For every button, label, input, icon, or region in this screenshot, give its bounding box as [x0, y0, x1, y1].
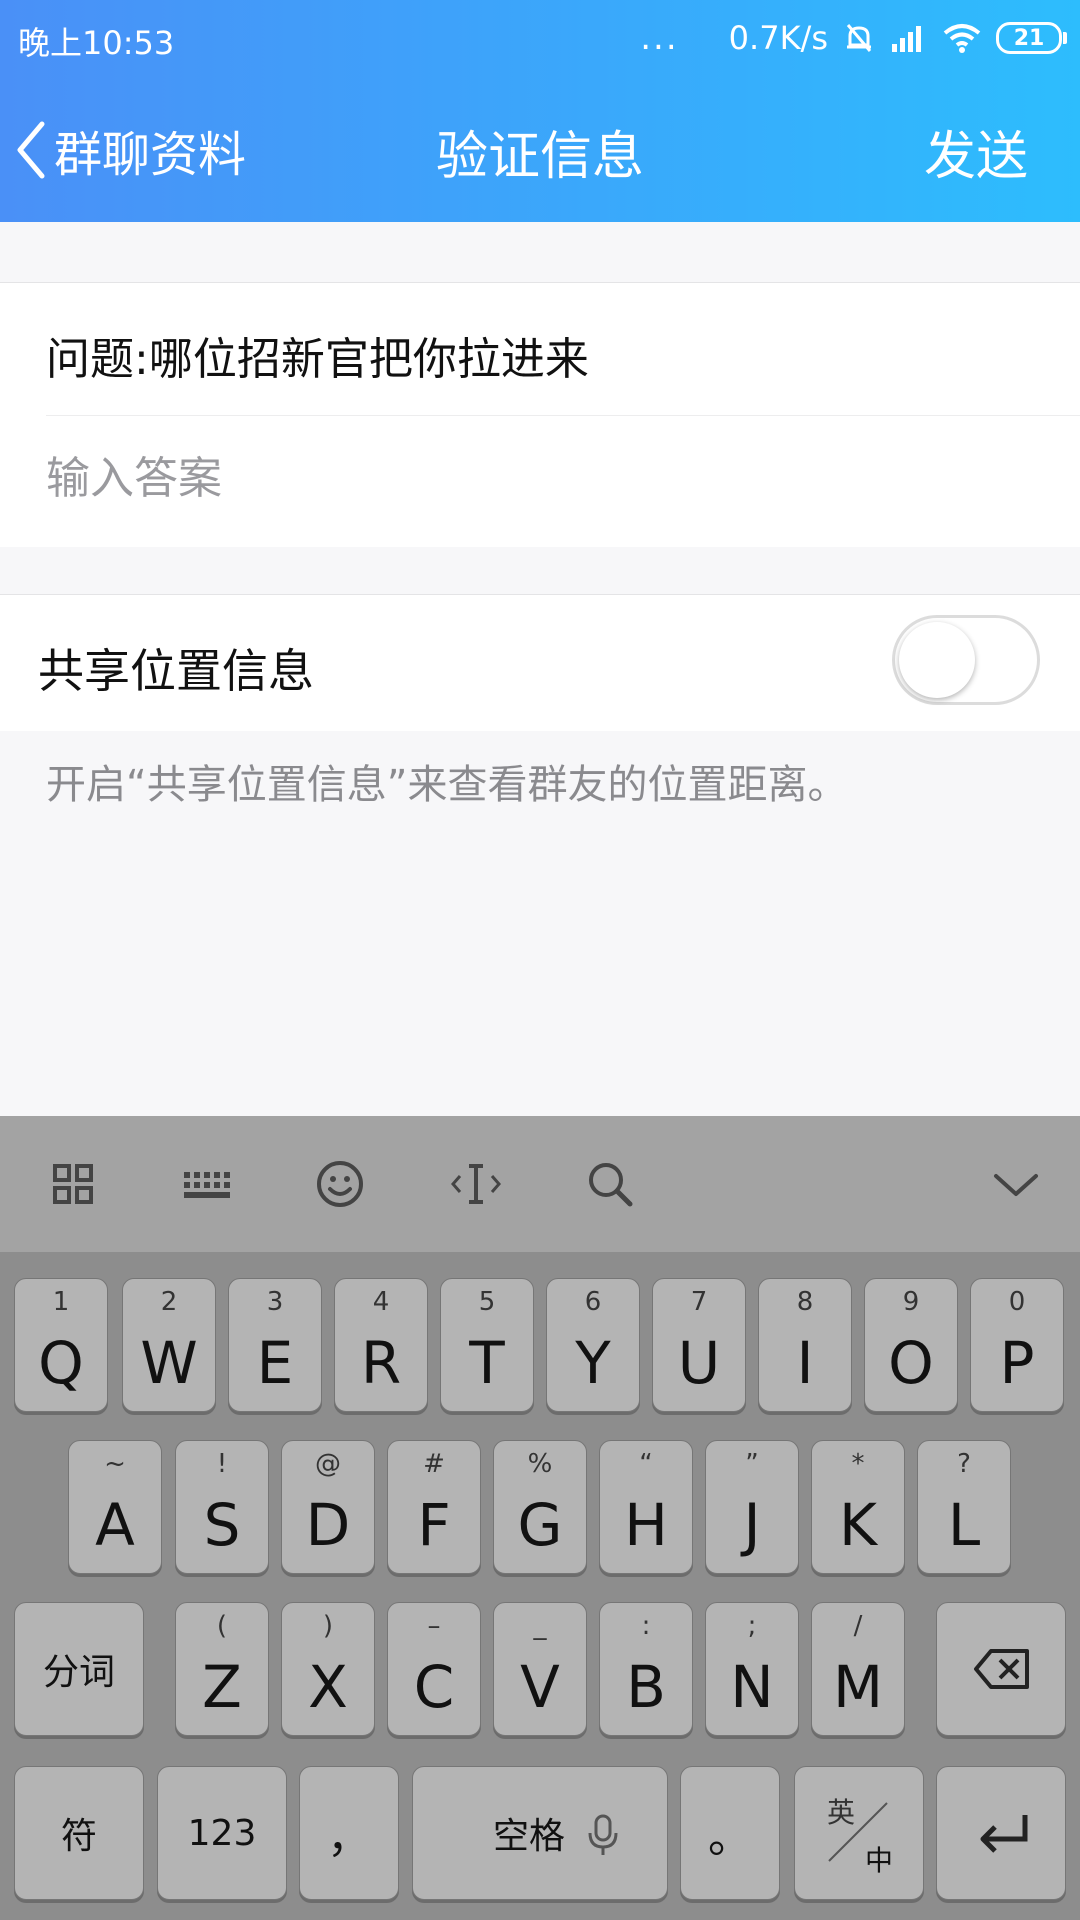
key-v[interactable]: _ V	[493, 1602, 587, 1736]
comma-key[interactable]: ，	[299, 1766, 399, 1900]
page-title: 验证信息	[435, 127, 644, 187]
network-speed: 0.7K/s	[728, 19, 828, 57]
divider	[46, 415, 1080, 416]
key-n[interactable]: ; N	[705, 1602, 799, 1736]
symbols-key[interactable]: 符	[14, 1766, 144, 1900]
key-w[interactable]: 2W	[122, 1278, 216, 1412]
backspace-icon	[974, 1649, 1029, 1689]
language-switch-key[interactable]: 英 中	[794, 1766, 924, 1900]
share-location-hint: 开启“共享位置信息”来查看群友的位置距离。	[46, 762, 848, 808]
key-j[interactable]: ” J	[705, 1440, 799, 1574]
share-location-row: 共享位置信息	[0, 594, 1080, 731]
keyboard-icon[interactable]	[178, 1156, 234, 1212]
share-location-label: 共享位置信息	[38, 644, 314, 698]
key-i[interactable]: 8I	[758, 1278, 852, 1412]
share-location-toggle[interactable]	[892, 615, 1040, 705]
status-time: 晚上10:53	[18, 24, 175, 62]
key-r[interactable]: 4R	[334, 1278, 428, 1412]
lang-bottom: 中	[865, 1844, 894, 1877]
app-header: 晚上10:53 ... 0.7K/s 21 群聊资料 验证信息 发送	[0, 0, 1080, 222]
key-b[interactable]: :B	[599, 1602, 693, 1736]
backspace-key[interactable]	[936, 1602, 1066, 1736]
battery-indicator: 21	[996, 22, 1067, 54]
key-a[interactable]: ~ A	[68, 1440, 162, 1574]
question-text: 问题:哪位招新官把你拉进来	[46, 334, 589, 385]
key-x[interactable]: ) X	[281, 1602, 375, 1736]
key-c[interactable]: – C	[387, 1602, 481, 1736]
key-h[interactable]: “H	[599, 1440, 693, 1574]
key-o[interactable]: 9O	[864, 1278, 958, 1412]
navbar: 群聊资料 验证信息 发送	[0, 76, 1080, 222]
key-t[interactable]: 5T	[440, 1278, 534, 1412]
status-bar: 晚上10:53 ... 0.7K/s 21	[0, 0, 1080, 76]
key-s[interactable]: ! S	[175, 1440, 269, 1574]
grid-icon[interactable]	[45, 1156, 101, 1212]
keyboard: 1Q 2W 3E 4R 5T 6Y 7U 8I 9O 0P ~ A ! S @ D #…	[0, 1252, 1080, 1920]
enter-icon	[980, 1815, 1028, 1853]
question-card: 问题:哪位招新官把你拉进来	[0, 282, 1080, 547]
period-key[interactable]: 。	[680, 1766, 780, 1900]
numbers-key[interactable]: 123	[157, 1766, 287, 1900]
collapse-icon[interactable]	[988, 1156, 1044, 1212]
emoji-icon[interactable]	[312, 1156, 368, 1212]
key-l[interactable]: ? L	[917, 1440, 1011, 1574]
space-key[interactable]: 空格	[412, 1766, 668, 1900]
mute-bell-icon	[846, 24, 872, 52]
signal-icon	[892, 26, 921, 52]
key-d[interactable]: @ D	[281, 1440, 375, 1574]
microphone-icon	[588, 1814, 618, 1855]
enter-key[interactable]	[936, 1766, 1066, 1900]
wifi-icon	[943, 24, 981, 53]
key-k[interactable]: * K	[811, 1440, 905, 1574]
answer-input[interactable]	[46, 433, 1026, 523]
cursor-icon[interactable]	[448, 1156, 504, 1212]
key-y[interactable]: 6Y	[546, 1278, 640, 1412]
key-q[interactable]: 1Q	[14, 1278, 108, 1412]
fenci-key[interactable]: 分词	[14, 1602, 144, 1736]
send-button[interactable]: 发送	[924, 114, 1028, 189]
key-m[interactable]: / M	[811, 1602, 905, 1736]
status-right: ... 0.7K/s 21	[640, 14, 1067, 62]
more-dots: ...	[640, 18, 679, 58]
key-u[interactable]: 7U	[652, 1278, 746, 1412]
key-p[interactable]: 0P	[970, 1278, 1064, 1412]
search-icon[interactable]	[582, 1156, 638, 1212]
key-e[interactable]: 3E	[228, 1278, 322, 1412]
toggle-knob	[899, 622, 975, 698]
key-f[interactable]: # F	[387, 1440, 481, 1574]
key-z[interactable]: (Z	[175, 1602, 269, 1736]
keyboard-toolbar	[0, 1116, 1080, 1252]
key-g[interactable]: % G	[493, 1440, 587, 1574]
